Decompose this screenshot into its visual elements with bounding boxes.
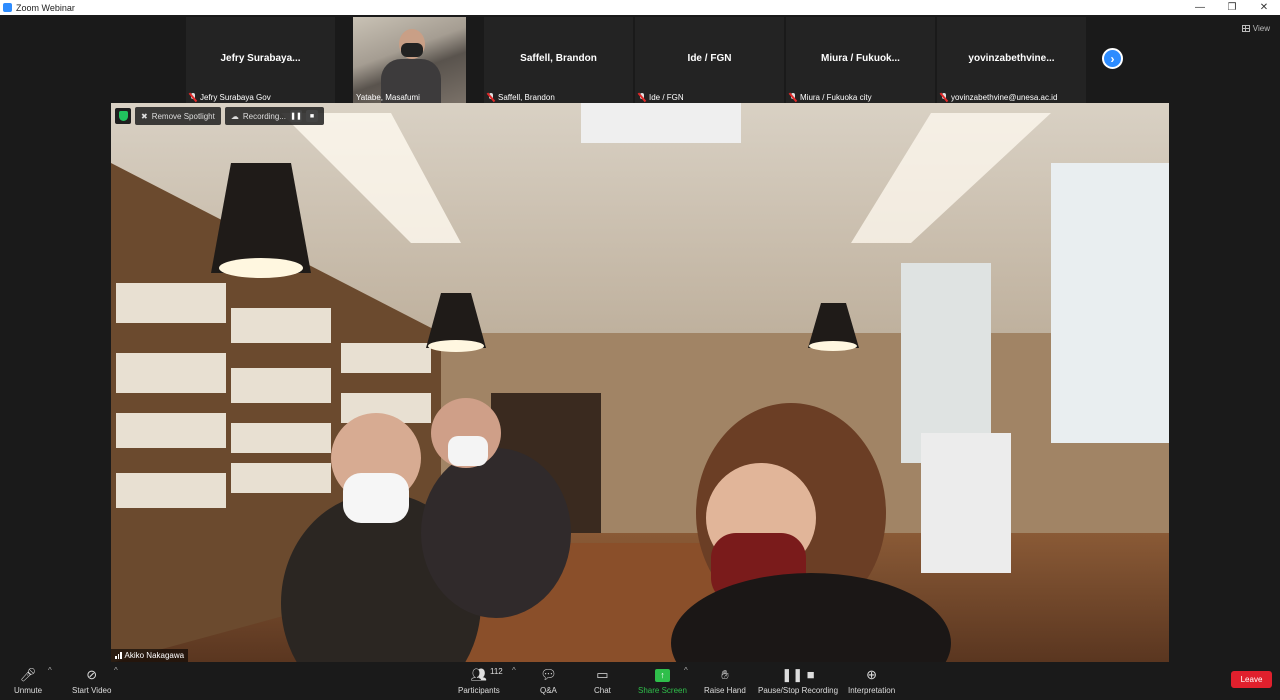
muted-mic-icon [940, 93, 948, 102]
signal-bars-icon [115, 652, 122, 659]
meeting-toolbar: 🎤︎ Unmute ^ ⊘ Start Video ^ 👥︎ Participa… [0, 662, 1280, 700]
speaker-name: Akiko Nakagawa [124, 651, 185, 660]
participant-label: Jefry Surabaya Gov [189, 93, 271, 102]
leave-button[interactable]: Leave [1231, 671, 1272, 688]
participant-label-text: Yatabe, Masafumi [356, 93, 420, 102]
participants-icon: 👥︎ [470, 667, 488, 682]
view-button[interactable]: View [1241, 24, 1270, 33]
globe-icon: ⊕ [866, 667, 878, 682]
participant-label: Yatabe, Masafumi [356, 93, 420, 102]
share-screen-icon: ↑ [654, 666, 670, 684]
participant-tile[interactable]: Miura / Fukuok... Miura / Fukuoka city [786, 17, 935, 103]
participant-tile[interactable]: yovinzabethvine... yovinzabethvine@unesa… [937, 17, 1086, 103]
minimize-button[interactable]: — [1184, 0, 1216, 15]
participant-label-text: yovinzabethvine@unesa.ac.id [951, 93, 1058, 102]
raise-hand-button[interactable]: ✋︎ Raise Hand [704, 666, 746, 695]
unmute-label: Unmute [14, 686, 43, 695]
bookstore-cafe-scene [111, 103, 1169, 662]
participant-strip: Jefry Surabaya... Jefry Surabaya Gov Yat… [186, 17, 1086, 103]
window-titlebar: Zoom Webinar — ❐ ✕ [0, 0, 1280, 15]
security-shield-icon[interactable] [115, 108, 131, 124]
pause-stop-recording-label: Pause/Stop Recording [758, 686, 839, 695]
participant-tile[interactable]: Jefry Surabaya... Jefry Surabaya Gov [186, 17, 335, 103]
participant-tile[interactable]: Saffell, Brandon Saffell, Brandon [484, 17, 633, 103]
participant-display-name: yovinzabethvine... [968, 53, 1055, 64]
person-middle-mask [448, 436, 488, 466]
participant-label-text: Ide / FGN [649, 93, 684, 102]
skylight [581, 103, 741, 143]
meeting-stage: View Jefry Surabaya... Jefry Surabaya Go… [0, 15, 1280, 662]
zoom-app-icon [3, 3, 12, 12]
muted-microphone-icon: 🎤︎ [19, 667, 37, 682]
window-title: Zoom Webinar [16, 2, 75, 13]
cloud-recording-icon: ☁ [230, 111, 239, 121]
qa-label: Q&A [540, 686, 557, 695]
spotlight-video: ✖ Remove Spotlight ☁ Recording... ❚❚ ■ A… [111, 103, 1169, 662]
participants-options-caret[interactable]: ^ [512, 666, 516, 675]
interpretation-button[interactable]: ⊕ Interpretation [848, 666, 895, 695]
chat-button[interactable]: ▭ Chat [594, 666, 611, 695]
recording-label: Recording... [242, 111, 286, 121]
muted-mic-icon [638, 93, 646, 102]
participant-label-text: Saffell, Brandon [498, 93, 555, 102]
participants-label: Participants [458, 686, 500, 695]
printer [921, 433, 1011, 573]
close-button[interactable]: ✕ [1248, 0, 1280, 15]
person-left-mask [343, 473, 409, 523]
start-video-button[interactable]: ⊘ Start Video [72, 666, 111, 695]
participant-count: 112 [490, 667, 503, 676]
speaker-name-tag: Akiko Nakagawa [111, 649, 189, 662]
hand-icon: ✋︎ [721, 667, 729, 682]
share-screen-button[interactable]: ↑ Share Screen [638, 666, 687, 695]
participant-label-text: Miura / Fukuoka city [800, 93, 872, 102]
pause-stop-recording-button[interactable]: ❚❚ ■ Pause/Stop Recording [758, 666, 838, 695]
participant-display-name: Ide / FGN [687, 53, 732, 64]
remove-spotlight-button[interactable]: ✖ Remove Spotlight [135, 107, 221, 125]
chat-icon: ▭ [596, 667, 609, 682]
video-options-caret[interactable]: ^ [114, 666, 118, 675]
participant-label: Miura / Fukuoka city [789, 93, 872, 102]
participant-display-name: Jefry Surabaya... [220, 53, 301, 64]
participant-video-feed [381, 23, 441, 103]
view-button-label: View [1252, 24, 1270, 33]
share-options-caret[interactable]: ^ [684, 666, 688, 675]
pause-stop-icon: ❚❚ ■ [781, 667, 815, 682]
participant-label: yovinzabethvine@unesa.ac.id [940, 93, 1057, 102]
video-toolbar: ✖ Remove Spotlight ☁ Recording... ❚❚ ■ [115, 107, 324, 125]
video-person-mask [401, 43, 423, 57]
muted-mic-icon [189, 93, 197, 102]
qa-button[interactable]: 💬︎ Q&A [540, 666, 557, 695]
person-middle-body [421, 448, 571, 618]
interpretation-label: Interpretation [848, 686, 896, 695]
participant-label: Saffell, Brandon [487, 93, 555, 102]
chevron-right-icon: › [1110, 51, 1115, 66]
raise-hand-label: Raise Hand [704, 686, 746, 695]
audio-options-caret[interactable]: ^ [48, 666, 52, 675]
participant-label: Ide / FGN [638, 93, 684, 102]
restore-button[interactable]: ❐ [1216, 0, 1248, 15]
chat-label: Chat [594, 686, 611, 695]
participant-tile[interactable]: Ide / FGN Ide / FGN [635, 17, 784, 103]
video-off-icon: ⊘ [86, 667, 98, 682]
remove-spotlight-label: Remove Spotlight [151, 111, 215, 121]
participant-video-tile[interactable]: Yatabe, Masafumi [353, 17, 466, 103]
participant-label-text: Jefry Surabaya Gov [200, 93, 271, 102]
grid-view-icon [1241, 25, 1250, 32]
qa-icon: 💬︎ [540, 667, 557, 682]
start-video-label: Start Video [72, 686, 112, 695]
right-window [1051, 163, 1169, 443]
muted-mic-icon [487, 93, 495, 102]
muted-mic-icon [789, 93, 797, 102]
recording-indicator: ☁ Recording... ❚❚ ■ [224, 107, 324, 125]
unmute-button[interactable]: 🎤︎ Unmute [14, 666, 42, 695]
participant-display-name: Miura / Fukuok... [821, 53, 900, 64]
pin-icon: ✖ [141, 111, 148, 121]
share-screen-label: Share Screen [638, 686, 687, 695]
pause-recording-button[interactable]: ❚❚ [290, 110, 302, 122]
window-controls: — ❐ ✕ [1184, 0, 1280, 15]
next-page-button[interactable]: › [1102, 48, 1123, 69]
stop-recording-button[interactable]: ■ [306, 110, 318, 122]
participant-display-name: Saffell, Brandon [520, 53, 597, 64]
